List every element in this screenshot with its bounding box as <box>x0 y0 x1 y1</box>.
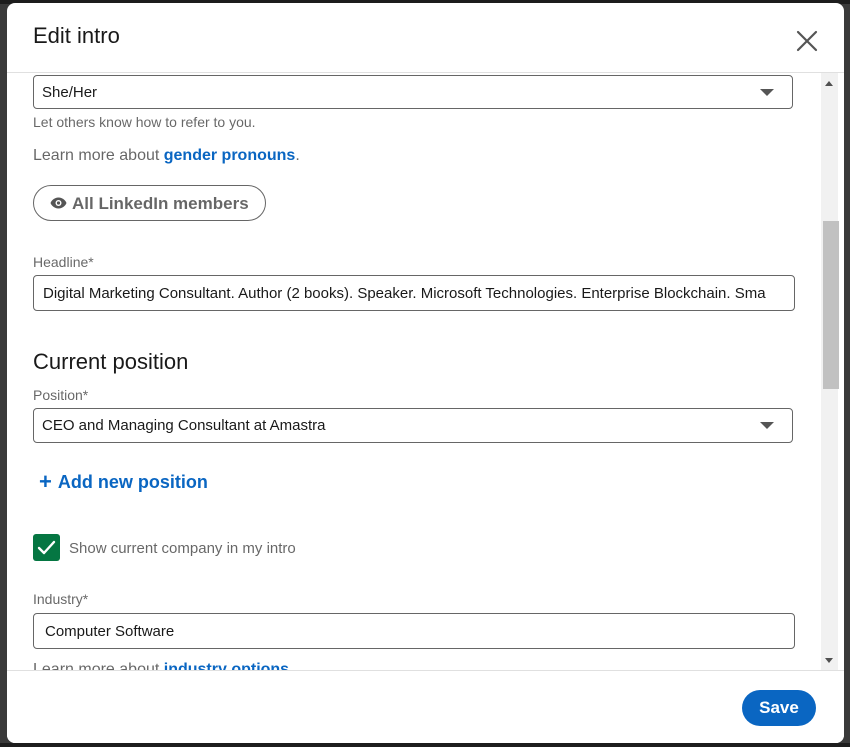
dialog-title: Edit intro <box>33 23 120 48</box>
edit-intro-dialog: Edit intro She/Her Let others know how t… <box>7 3 844 743</box>
close-button[interactable] <box>789 23 825 59</box>
industry-input[interactable]: Computer Software <box>33 613 795 649</box>
scrollbar-thumb[interactable] <box>823 221 839 389</box>
headline-input[interactable]: Digital Marketing Consultant. Author (2 … <box>33 275 795 311</box>
chevron-down-icon <box>760 422 774 429</box>
dialog-body: She/Her Let others know how to refer to … <box>7 73 844 670</box>
dialog-header: Edit intro <box>7 3 844 73</box>
gender-pronouns-link[interactable]: gender pronouns <box>164 147 296 164</box>
plus-icon: + <box>39 469 52 494</box>
headline-value: Digital Marketing Consultant. Author (2 … <box>43 285 766 302</box>
scroll-down-arrow-icon[interactable] <box>825 658 833 663</box>
checkmark-icon <box>37 540 56 555</box>
add-new-position-button[interactable]: + Add new position <box>39 469 208 494</box>
scroll-up-arrow-icon[interactable] <box>825 81 833 86</box>
pronouns-value: She/Her <box>42 84 98 101</box>
backdrop-bottom <box>0 743 850 747</box>
headline-label: Headline* <box>33 254 94 270</box>
pronouns-learn-more: Learn more about gender pronouns. <box>33 147 300 165</box>
position-value: CEO and Managing Consultant at Amastra <box>42 417 326 434</box>
section-heading-current-position: Current position <box>33 349 189 374</box>
pronouns-helper-text: Let others know how to refer to you. <box>33 114 256 130</box>
learn-more-prefix: Learn more about <box>33 147 164 164</box>
industry-options-link[interactable]: industry options <box>164 661 289 670</box>
dialog-footer: Save <box>7 670 844 743</box>
add-new-position-label: Add new position <box>57 472 208 492</box>
show-company-label: Show current company in my intro <box>69 540 296 557</box>
industry-label: Industry* <box>33 591 89 607</box>
position-select[interactable]: CEO and Managing Consultant at Amastra <box>33 408 793 443</box>
chevron-down-icon <box>760 89 774 96</box>
position-label: Position* <box>33 387 89 403</box>
close-icon <box>796 30 818 52</box>
learn-more-prefix: Learn more about <box>33 661 164 670</box>
industry-value: Computer Software <box>45 623 175 640</box>
learn-more-suffix: . <box>295 147 300 164</box>
scrollbar[interactable] <box>821 73 839 670</box>
visibility-label: All LinkedIn members <box>72 194 249 213</box>
save-button[interactable]: Save <box>742 690 816 726</box>
industry-learn-more: Learn more about industry options <box>33 661 289 670</box>
show-company-checkbox[interactable] <box>33 534 60 561</box>
pronouns-select[interactable]: She/Her <box>33 75 793 109</box>
pronoun-visibility-button[interactable]: All LinkedIn members <box>33 185 266 221</box>
eye-icon <box>50 197 67 209</box>
